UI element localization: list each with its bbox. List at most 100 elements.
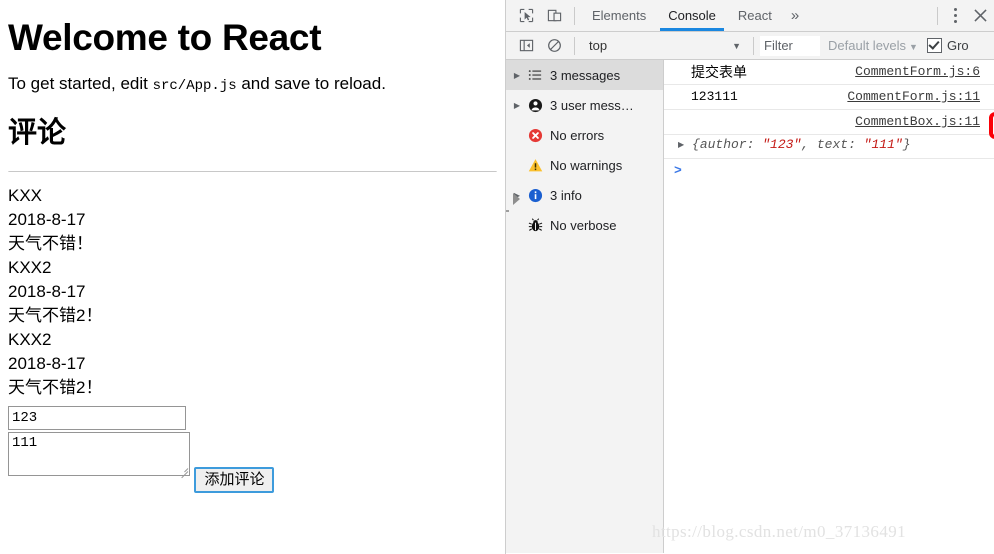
- close-icon[interactable]: [966, 2, 994, 30]
- error-icon: [524, 128, 546, 143]
- comment-author: KXX2: [8, 257, 52, 277]
- console-message-text: 123111: [691, 89, 738, 104]
- prompt-caret-icon: >: [674, 162, 682, 178]
- bug-icon: [524, 217, 546, 233]
- comment-author: KXX: [8, 185, 43, 205]
- sidebar-item-3-info[interactable]: ▶ 3 info: [506, 180, 663, 210]
- devtools-drawer-arrow-icon[interactable]: [512, 192, 521, 206]
- add-comment-button[interactable]: 添加评论: [194, 466, 275, 493]
- tabbar-separator-2: [937, 6, 938, 25]
- comment-list: KXX 2018-8-17 天气不错！ KXX2 2018-8-17 天气不错2！ KXX2…: [8, 184, 497, 400]
- console-object-row[interactable]: ▶ {author: "123", text: "111"}: [664, 135, 994, 159]
- object-key-author: author:: [699, 137, 763, 152]
- sidebar-item-label: 3 messages: [550, 67, 621, 83]
- console-message-source-link[interactable]: CommentForm.js:6: [855, 63, 994, 81]
- console-message-source-link[interactable]: CommentForm.js:11: [847, 88, 994, 106]
- sidebar-item-3-user-mess[interactable]: ▶ 3 user mess…: [506, 90, 663, 120]
- chevron-down-icon: ▼: [909, 42, 918, 52]
- object-value-text: "111": [863, 137, 903, 152]
- group-similar-label: Gro: [946, 38, 969, 53]
- page-intro-text: To get started, edit src/App.js and save…: [8, 73, 497, 96]
- console-messages-area: 提交表单 CommentForm.js:6 123111 CommentForm.js…: [664, 60, 994, 553]
- console-sidebar-toggle-icon[interactable]: [512, 32, 540, 60]
- kebab-menu-icon[interactable]: [944, 4, 966, 28]
- console-message-row[interactable]: CommentBox.js:11: [664, 110, 994, 135]
- comment-textarea[interactable]: [8, 431, 190, 476]
- comment-date: 2018-8-17: [8, 209, 86, 229]
- execution-context-select[interactable]: top ▼: [581, 38, 747, 53]
- intro-text-before: To get started, edit: [8, 73, 153, 93]
- expand-arrow-icon[interactable]: ▶: [510, 71, 524, 80]
- comment-item: KXX2 2018-8-17 天气不错2！: [8, 256, 497, 328]
- object-value-author: "123": [762, 137, 802, 152]
- console-sidebar: ▶ 3 messages ▶ 3 user mess… ▶No errors▶No wa…: [506, 60, 664, 553]
- console-message-row[interactable]: 提交表单 CommentForm.js:6: [664, 60, 994, 85]
- execution-context-value: top: [589, 38, 608, 53]
- tab-react[interactable]: React: [727, 0, 783, 31]
- comments-divider: [8, 170, 497, 172]
- console-message-text: 提交表单: [691, 64, 747, 80]
- person-icon: [524, 98, 546, 113]
- list-icon: [524, 68, 546, 82]
- object-close-brace: }: [902, 137, 911, 152]
- comments-heading: 评论: [8, 117, 67, 150]
- expand-arrow-icon[interactable]: ▶: [510, 101, 524, 110]
- console-filter-bar: top ▼ Default levels▼ Gro: [506, 32, 994, 60]
- comment-text: 天气不错2！: [8, 377, 103, 397]
- sidebar-item-label: No errors: [550, 127, 605, 143]
- sidebar-item-no-warnings[interactable]: ▶No warnings: [506, 150, 663, 180]
- comment-date: 2018-8-17: [8, 353, 86, 373]
- sidebar-item-no-errors[interactable]: ▶No errors: [506, 120, 663, 150]
- sidebar-item-label: No verbose: [550, 217, 617, 233]
- comment-text: 天气不错！: [8, 233, 93, 253]
- sidebar-item-label: 3 user mess…: [550, 97, 634, 113]
- clear-console-icon[interactable]: [540, 32, 568, 60]
- page-title: Welcome to React: [8, 17, 322, 58]
- filterbar-separator-2: [753, 36, 754, 55]
- browser-page-viewport: Welcome to React To get started, edit sr…: [0, 0, 505, 554]
- tabbar-separator-1: [574, 6, 575, 25]
- console-filter-input[interactable]: [760, 35, 820, 56]
- comment-textarea-wrapper: [8, 431, 190, 484]
- inspect-element-icon[interactable]: [512, 2, 540, 30]
- checkbox-box: [926, 38, 942, 53]
- tab-console[interactable]: Console: [657, 0, 727, 31]
- console-message-row[interactable]: 123111 CommentForm.js:11: [664, 85, 994, 110]
- comment-author: KXX2: [8, 329, 52, 349]
- tabbar-right-group: [931, 2, 994, 30]
- comment-item: KXX 2018-8-17 天气不错！: [8, 184, 497, 256]
- object-separator: ,: [801, 137, 817, 152]
- comment-date: 2018-8-17: [8, 281, 86, 301]
- sidebar-item-label: No warnings: [550, 157, 623, 173]
- devtools-tabbar: Elements Console React »: [506, 0, 994, 32]
- sidebar-item-3-messages[interactable]: ▶ 3 messages: [506, 60, 663, 90]
- intro-text-after: and save to reload.: [236, 73, 386, 93]
- console-message-source-link[interactable]: CommentBox.js:11: [855, 113, 994, 131]
- info-icon: [524, 188, 546, 203]
- device-toolbar-icon[interactable]: [540, 2, 568, 30]
- devtools-body: ▶3 messages▶3 user mess…▶No errors▶No wa…: [506, 60, 994, 553]
- more-tabs-icon[interactable]: »: [783, 0, 807, 32]
- console-prompt-row[interactable]: >: [664, 159, 994, 181]
- intro-code-path: src/App.js: [152, 77, 237, 94]
- chevron-down-icon: ▼: [732, 40, 741, 51]
- comment-item: KXX2 2018-8-17 天气不错2！: [8, 328, 497, 400]
- object-key-text: text:: [816, 137, 864, 152]
- log-levels-select[interactable]: Default levels ▼: [828, 38, 918, 53]
- object-open-brace: {: [692, 137, 700, 152]
- expand-object-arrow-icon[interactable]: ▶: [664, 135, 690, 149]
- log-levels-label: Default levels: [828, 38, 907, 53]
- author-input[interactable]: [8, 405, 186, 430]
- console-message-list: 提交表单 CommentForm.js:6 123111 CommentForm.js…: [664, 60, 994, 135]
- comment-form: 添加评论: [8, 405, 497, 493]
- devtools-resize-handle[interactable]: [506, 206, 509, 218]
- tab-elements[interactable]: Elements: [581, 0, 657, 31]
- sidebar-item-label: 3 info: [550, 187, 582, 203]
- comment-text: 天气不错2！: [8, 305, 103, 325]
- sidebar-item-no-verbose[interactable]: ▶No verbose: [506, 210, 663, 240]
- warning-icon: [524, 158, 546, 173]
- object-preview: {author: "123", text: "111"}: [690, 135, 911, 155]
- group-similar-checkbox[interactable]: Gro: [926, 38, 969, 53]
- devtools-panel: Elements Console React » top ▼ Filter De…: [505, 0, 994, 554]
- filterbar-separator-1: [574, 36, 575, 55]
